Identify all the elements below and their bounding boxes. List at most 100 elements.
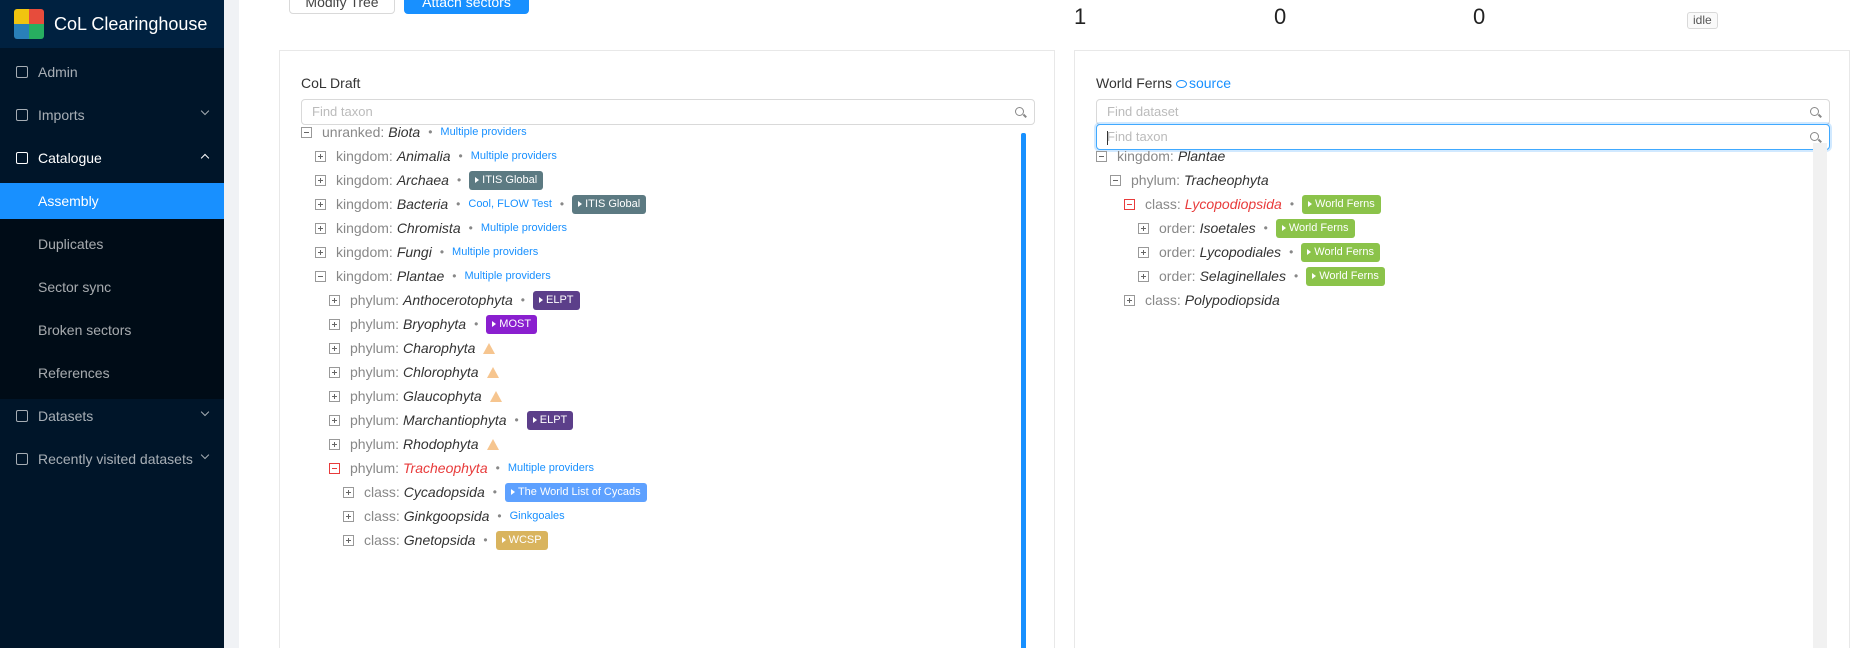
tree-node[interactable]: kingdom: Bacteria • Cool, FLOW Test • ITIS Gl… bbox=[315, 193, 647, 215]
expand-icon[interactable] bbox=[1124, 294, 1135, 306]
expand-icon[interactable] bbox=[329, 438, 340, 450]
attach-sectors-button[interactable]: Attach sectors bbox=[404, 0, 529, 14]
provider-link[interactable]: Multiple providers bbox=[452, 246, 538, 258]
taxon-name[interactable]: Polypodiopsida bbox=[1185, 292, 1280, 308]
taxon-name[interactable]: Glaucophyta bbox=[403, 388, 482, 404]
sidebar-item-admin[interactable]: Admin bbox=[0, 52, 224, 92]
sector-tag[interactable]: The World List of Cycads bbox=[504, 482, 647, 502]
tree-node[interactable]: unranked: Biota • Multiple providers bbox=[301, 121, 527, 143]
expand-icon[interactable] bbox=[315, 246, 326, 258]
sidebar-item-recent-datasets[interactable]: Recently visited datasets bbox=[0, 439, 224, 479]
expand-icon[interactable] bbox=[315, 222, 326, 234]
scrollbar-track[interactable] bbox=[1813, 143, 1827, 648]
tree-node[interactable]: class: Cycadopsida • The World List of Cyca… bbox=[343, 481, 647, 503]
collapse-icon[interactable] bbox=[1110, 174, 1121, 186]
expand-icon[interactable] bbox=[315, 174, 326, 186]
sidebar-item-catalogue[interactable]: Catalogue bbox=[0, 138, 224, 178]
collapse-icon[interactable] bbox=[315, 270, 326, 282]
expand-icon[interactable] bbox=[315, 198, 326, 210]
collapse-icon[interactable] bbox=[301, 126, 312, 138]
tree-node[interactable]: phylum: Tracheophyta bbox=[1110, 169, 1269, 191]
taxon-name[interactable]: Marchantiophyta bbox=[403, 412, 507, 428]
provider-link[interactable]: Multiple providers bbox=[471, 150, 557, 162]
tree-node[interactable]: phylum: Glaucophyta bbox=[329, 385, 502, 407]
tree-node[interactable]: order: Selaginellales • World Ferns bbox=[1138, 265, 1385, 287]
provider-link[interactable]: Multiple providers bbox=[440, 126, 526, 138]
expand-icon[interactable] bbox=[329, 342, 340, 354]
sidebar-subitem-references[interactable]: References bbox=[0, 355, 224, 391]
provider-link[interactable]: Ginkgoales bbox=[510, 510, 565, 522]
sidebar-subitem-broken-sectors[interactable]: Broken sectors bbox=[0, 312, 224, 348]
scrollbar[interactable] bbox=[1021, 133, 1026, 648]
find-dataset-input[interactable]: Find dataset bbox=[1096, 99, 1830, 125]
sidebar-item-datasets[interactable]: Datasets bbox=[0, 396, 224, 436]
provider-link[interactable]: Cool, FLOW Test bbox=[468, 198, 552, 210]
sidebar-subitem-assembly[interactable]: Assembly bbox=[0, 183, 224, 219]
collapse-icon[interactable] bbox=[329, 462, 340, 474]
tree-node[interactable]: kingdom: Animalia • Multiple providers bbox=[315, 145, 557, 167]
sector-tag[interactable]: ITIS Global bbox=[469, 170, 544, 190]
taxon-name[interactable]: Biota bbox=[388, 124, 420, 140]
sidebar-item-imports[interactable]: Imports bbox=[0, 95, 224, 135]
expand-icon[interactable] bbox=[343, 534, 354, 546]
sector-tag[interactable]: MOST bbox=[486, 314, 538, 334]
expand-icon[interactable] bbox=[329, 318, 340, 330]
sector-tag[interactable]: World Ferns bbox=[1302, 194, 1381, 214]
sector-tag[interactable]: ELPT bbox=[532, 290, 580, 310]
tree-node[interactable]: class: Lycopodiopsida • World Ferns bbox=[1124, 193, 1381, 215]
tree-node[interactable]: kingdom: Archaea • ITIS Global bbox=[315, 169, 544, 191]
logo[interactable]: CoL Clearinghouse bbox=[0, 0, 224, 48]
taxon-name[interactable]: Isoetales bbox=[1200, 220, 1256, 236]
expand-icon[interactable] bbox=[329, 414, 340, 426]
sidebar-subitem-duplicates[interactable]: Duplicates bbox=[0, 226, 224, 262]
collapse-icon[interactable] bbox=[1096, 150, 1107, 162]
tree-node[interactable]: kingdom: Plantae bbox=[1096, 145, 1225, 167]
tree-node[interactable]: phylum: Tracheophyta • Multiple providers bbox=[329, 457, 594, 479]
tree-node[interactable]: phylum: Rhodophyta bbox=[329, 433, 499, 455]
provider-link[interactable]: Multiple providers bbox=[508, 462, 594, 474]
expand-icon[interactable] bbox=[1138, 222, 1149, 234]
taxon-name[interactable]: Animalia bbox=[397, 148, 451, 164]
taxon-name[interactable]: Gnetopsida bbox=[404, 532, 476, 548]
taxon-name[interactable]: Bryophyta bbox=[403, 316, 466, 332]
tree-node[interactable]: phylum: Bryophyta • MOST bbox=[329, 313, 538, 335]
expand-icon[interactable] bbox=[329, 294, 340, 306]
tree-node[interactable]: phylum: Anthocerotophyta • ELPT bbox=[329, 289, 580, 311]
taxon-name[interactable]: Chromista bbox=[397, 220, 461, 236]
taxon-name[interactable]: Archaea bbox=[397, 172, 449, 188]
tree-node[interactable]: phylum: Marchantiophyta • ELPT bbox=[329, 409, 574, 431]
sector-tag[interactable]: WCSP bbox=[495, 530, 548, 550]
collapse-icon[interactable] bbox=[1124, 198, 1135, 210]
tree-node[interactable]: class: Ginkgoopsida • Ginkgoales bbox=[343, 505, 565, 527]
source-link[interactable]: source bbox=[1189, 75, 1231, 91]
taxon-name[interactable]: Plantae bbox=[1178, 148, 1225, 164]
tree-node[interactable]: kingdom: Plantae • Multiple providers bbox=[315, 265, 551, 287]
sector-tag[interactable]: World Ferns bbox=[1275, 218, 1355, 238]
expand-icon[interactable] bbox=[343, 510, 354, 522]
taxon-name[interactable]: Rhodophyta bbox=[403, 436, 479, 452]
taxon-name[interactable]: Bacteria bbox=[397, 196, 448, 212]
tree-node[interactable]: class: Polypodiopsida bbox=[1124, 289, 1280, 311]
taxon-name[interactable]: Cycadopsida bbox=[404, 484, 485, 500]
taxon-name[interactable]: Charophyta bbox=[403, 340, 475, 356]
tree-node[interactable]: phylum: Chlorophyta bbox=[329, 361, 499, 383]
sector-tag[interactable]: ITIS Global bbox=[572, 194, 647, 214]
tree-node[interactable]: kingdom: Chromista • Multiple providers bbox=[315, 217, 567, 239]
sector-tag[interactable]: ELPT bbox=[526, 410, 574, 430]
taxon-name[interactable]: Lycopodiopsida bbox=[1185, 196, 1282, 212]
expand-icon[interactable] bbox=[329, 366, 340, 378]
taxon-name[interactable]: Tracheophyta bbox=[1184, 172, 1269, 188]
tree-node[interactable]: order: Lycopodiales • World Ferns bbox=[1138, 241, 1380, 263]
taxon-name[interactable]: Lycopodiales bbox=[1200, 244, 1281, 260]
tree-node[interactable]: class: Gnetopsida • WCSP bbox=[343, 529, 548, 551]
tree-node[interactable]: kingdom: Fungi • Multiple providers bbox=[315, 241, 538, 263]
taxon-name[interactable]: Ginkgoopsida bbox=[404, 508, 490, 524]
expand-icon[interactable] bbox=[315, 150, 326, 162]
taxon-name[interactable]: Anthocerotophyta bbox=[403, 292, 513, 308]
taxon-name[interactable]: Fungi bbox=[397, 244, 432, 260]
modify-tree-button[interactable]: Modify Tree bbox=[289, 0, 395, 14]
sector-tag[interactable]: World Ferns bbox=[1306, 266, 1385, 286]
provider-link[interactable]: Multiple providers bbox=[481, 222, 567, 234]
tree-node[interactable]: order: Isoetales • World Ferns bbox=[1138, 217, 1355, 239]
taxon-name[interactable]: Chlorophyta bbox=[403, 364, 479, 380]
